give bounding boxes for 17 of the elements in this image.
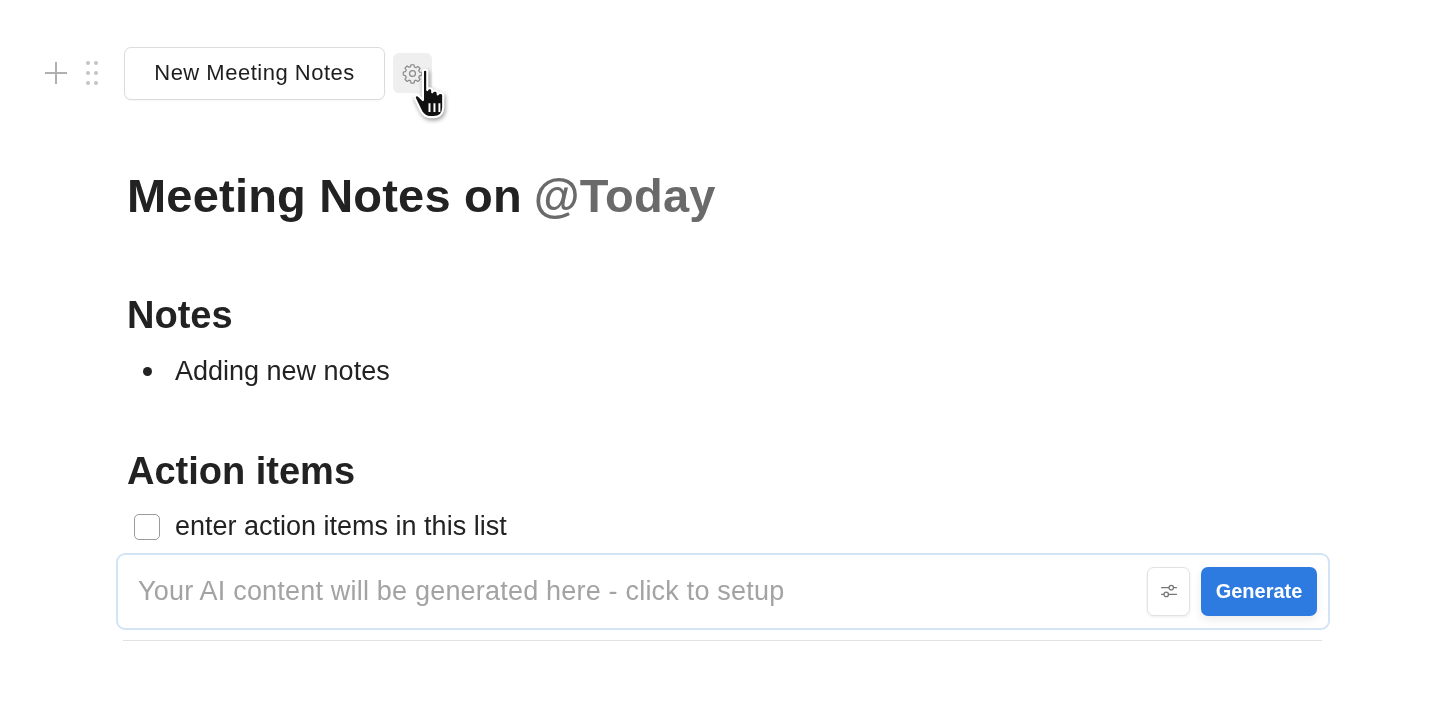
ai-prompt-text: Your AI content will be generated here - click to setup bbox=[138, 575, 785, 607]
ai-settings-button[interactable] bbox=[1147, 566, 1190, 616]
list-item-text: enter action items in this list bbox=[175, 511, 507, 543]
section-heading: Action items bbox=[127, 449, 356, 494]
sliders-icon bbox=[1159, 583, 1178, 600]
drag-handle-icon[interactable] bbox=[86, 61, 98, 85]
checkbox[interactable] bbox=[134, 513, 160, 540]
plus-icon[interactable] bbox=[44, 61, 68, 85]
generate-button[interactable]: Generate bbox=[1201, 566, 1317, 616]
section-heading: Notes bbox=[127, 293, 233, 339]
template-button[interactable]: New Meeting Notes bbox=[124, 46, 385, 100]
bullet-icon bbox=[143, 367, 152, 377]
ai-block[interactable]: Your AI content will be generated here - click to setup Generate bbox=[116, 552, 1330, 630]
settings-icon bbox=[402, 62, 423, 84]
list-item-text: Adding new notes bbox=[175, 356, 390, 388]
date-mention[interactable]: @Today bbox=[533, 169, 716, 222]
page-title: Meeting Notes on bbox=[127, 169, 522, 222]
